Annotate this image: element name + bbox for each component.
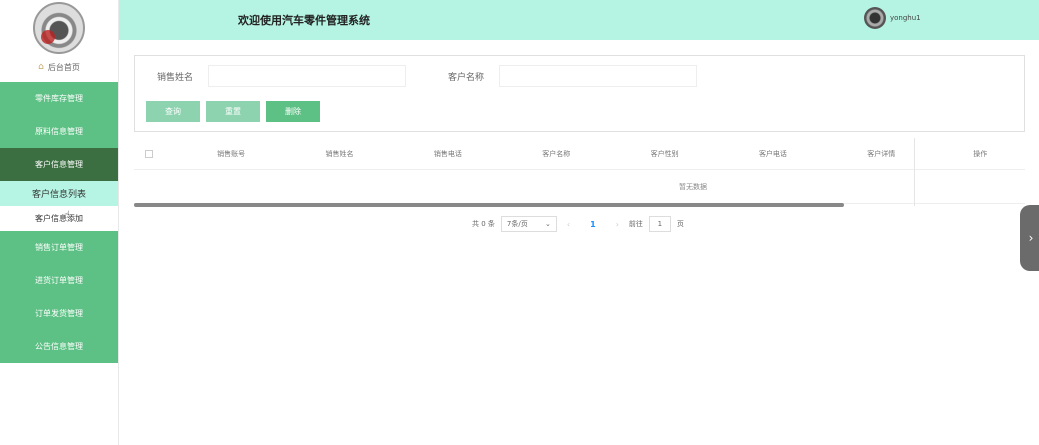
column-customer-gender: 客户性别 <box>650 149 679 158</box>
logo-image <box>33 2 85 54</box>
sidebar: ⌂ 后台首页 零件库存管理 原料信息管理 客户信息管理 客户信息列表 客户信息添… <box>0 0 119 445</box>
username: yonghu1 <box>890 14 921 22</box>
pagination: 共 0 条 7条/页 ⌄ ‹ 1 › 前往 1 页 <box>472 216 684 232</box>
page-size-value: 7条/页 <box>506 220 528 228</box>
sales-name-input[interactable] <box>208 65 406 87</box>
next-page-icon[interactable]: › <box>616 220 619 229</box>
logo-area <box>0 0 118 56</box>
home-label: 后台首页 <box>47 62 80 72</box>
empty-state: 暂无数据 <box>134 170 1025 204</box>
drawer-toggle-button[interactable]: › <box>1020 205 1039 271</box>
fixed-column-divider <box>914 138 915 206</box>
column-customer-phone: 客户电话 <box>758 149 787 158</box>
column-customer-details: 客户详情 <box>867 149 896 158</box>
customer-name-input[interactable] <box>499 65 697 87</box>
column-sales-account: 销售账号 <box>217 149 246 158</box>
goto-label: 前往 <box>628 220 643 228</box>
delete-button[interactable]: 删除 <box>266 101 320 122</box>
menu-item-parts-inventory[interactable]: 零件库存管理 <box>0 82 118 115</box>
menu-item-customer-info[interactable]: 客户信息管理 <box>0 148 118 181</box>
horizontal-scrollbar[interactable] <box>134 203 844 207</box>
menu-item-purchase-orders[interactable]: 进货订单管理 <box>0 264 118 297</box>
chevron-down-icon: ⌄ <box>545 220 551 228</box>
menu-item-material-info[interactable]: 原料信息管理 <box>0 115 118 148</box>
chevron-right-icon: › <box>1028 231 1034 245</box>
query-button[interactable]: 查询 <box>146 101 200 122</box>
total-count: 共 0 条 <box>472 220 495 228</box>
customer-table: 销售账号 销售姓名 销售电话 客户名称 客户性别 客户电话 客户详情 操作 暂无… <box>134 138 1025 207</box>
home-link[interactable]: ⌂ 后台首页 <box>0 56 118 78</box>
menu-item-sales-orders[interactable]: 销售订单管理 <box>0 231 118 264</box>
user-menu[interactable]: yonghu1 <box>864 7 921 29</box>
column-sales-phone: 销售电话 <box>433 149 462 158</box>
submenu-item-customer-add[interactable]: 客户信息添加 <box>0 206 118 231</box>
submenu-item-customer-list[interactable]: 客户信息列表 <box>0 181 118 206</box>
user-avatar <box>864 7 886 29</box>
page-unit-label: 页 <box>676 220 684 228</box>
menu-item-order-shipping[interactable]: 订单发货管理 <box>0 297 118 330</box>
site-title: 欢迎使用汽车零件管理系统 <box>238 14 370 27</box>
prev-page-icon[interactable]: ‹ <box>567 220 570 229</box>
table-header-row: 销售账号 销售姓名 销售电话 客户名称 客户性别 客户电话 客户详情 操作 <box>134 138 1025 170</box>
sales-name-label: 销售姓名 <box>157 73 194 83</box>
goto-page-input[interactable]: 1 <box>648 216 671 232</box>
hand-cursor-icon: ☝ <box>64 210 71 221</box>
page-size-select[interactable]: 7条/页 ⌄ <box>500 216 557 232</box>
search-panel: 销售姓名 客户名称 查询 重置 删除 <box>134 55 1025 132</box>
current-page[interactable]: 1 <box>590 220 596 229</box>
sidebar-menu: 零件库存管理 原料信息管理 客户信息管理 客户信息列表 客户信息添加 销售订单管… <box>0 82 118 363</box>
column-customer-name: 客户名称 <box>542 149 571 158</box>
customer-name-label: 客户名称 <box>448 73 485 83</box>
reset-button[interactable]: 重置 <box>206 101 260 122</box>
menu-item-announcements[interactable]: 公告信息管理 <box>0 330 118 363</box>
column-sales-name: 销售姓名 <box>325 149 354 158</box>
column-actions: 操作 <box>973 149 988 158</box>
select-all-checkbox[interactable] <box>145 149 153 158</box>
home-icon: ⌂ <box>38 62 44 72</box>
top-header: 欢迎使用汽车零件管理系统 yonghu1 <box>119 0 1039 40</box>
